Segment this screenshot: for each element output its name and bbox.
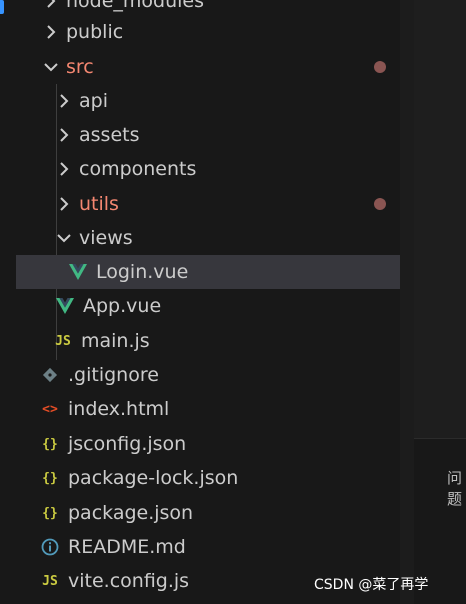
modified-dot <box>374 198 386 210</box>
tree-item-label: App.vue <box>83 295 162 317</box>
chevron-right-icon <box>44 0 58 11</box>
file-explorer: node_modules public src api assets compo… <box>0 0 414 604</box>
tree-item-label: .gitignore <box>68 364 159 386</box>
tree-item-label: vite.config.js <box>68 570 190 592</box>
chevron-down-icon <box>57 228 71 248</box>
chevron-right-icon <box>57 194 71 214</box>
tree-item-index-html[interactable]: <> index.html <box>0 392 414 426</box>
active-indicator <box>0 0 4 14</box>
tree-item-src[interactable]: src <box>0 50 414 84</box>
js-icon: JS <box>55 333 71 349</box>
editor-area <box>414 0 466 604</box>
json-icon: {} <box>42 436 58 452</box>
modified-dot <box>374 61 386 73</box>
tree-item-app-vue[interactable]: App.vue <box>0 289 414 323</box>
tree-item-label: package.json <box>68 502 194 524</box>
tree-item-login-vue[interactable]: Login.vue <box>16 255 414 289</box>
tree-item-label: api <box>79 90 108 112</box>
tree-item-label: Login.vue <box>96 261 189 283</box>
chevron-right-icon <box>57 159 71 179</box>
tree-item-assets[interactable]: assets <box>0 118 414 152</box>
tree-item-package-lock-json[interactable]: {} package-lock.json <box>0 461 414 495</box>
tree-item-jsconfig-json[interactable]: {} jsconfig.json <box>0 427 414 461</box>
chevron-down-icon <box>44 57 58 77</box>
tree-item-label: jsconfig.json <box>68 433 187 455</box>
tree-item-api[interactable]: api <box>0 84 414 118</box>
tree-item-public[interactable]: public <box>0 15 414 49</box>
vue-icon <box>55 296 75 316</box>
editor-pane <box>414 0 466 439</box>
tree-item-label: package-lock.json <box>68 467 239 489</box>
tree-item-main-js[interactable]: JS main.js <box>0 324 414 358</box>
tree-item-label: main.js <box>81 330 150 352</box>
tree-item-label: node_modules <box>66 0 205 12</box>
tree-item-label: utils <box>79 193 119 215</box>
vue-icon <box>68 262 88 282</box>
tree-item-label: index.html <box>68 398 170 420</box>
explorer-scrollbar[interactable] <box>400 0 414 604</box>
panel-tab-problems[interactable]: 问题 <box>447 467 466 509</box>
chevron-right-icon <box>57 91 71 111</box>
git-icon <box>40 365 60 385</box>
tree-item-label: components <box>79 158 197 180</box>
tree-item-views[interactable]: views <box>0 221 414 255</box>
tree-item-label: src <box>66 56 94 78</box>
tree-item-label: public <box>66 21 124 43</box>
chevron-right-icon <box>44 22 58 42</box>
tree-item-label: README.md <box>68 536 186 558</box>
tree-item-readme-md[interactable]: README.md <box>0 530 414 564</box>
tree-item-label: views <box>79 227 133 249</box>
tree-item-utils[interactable]: utils <box>0 187 414 221</box>
tree-item-gitignore[interactable]: .gitignore <box>0 358 414 392</box>
info-icon <box>40 537 60 557</box>
json-icon: {} <box>42 470 58 486</box>
json-icon: {} <box>42 505 58 521</box>
tree-item-package-json[interactable]: {} package.json <box>0 496 414 530</box>
tree-item-components[interactable]: components <box>0 152 414 186</box>
js-icon: JS <box>42 573 58 589</box>
tree-item-label: assets <box>79 124 140 146</box>
chevron-right-icon <box>57 125 71 145</box>
watermark-text: CSDN @菜了再学 <box>314 577 429 593</box>
html-icon: <> <box>42 401 58 417</box>
